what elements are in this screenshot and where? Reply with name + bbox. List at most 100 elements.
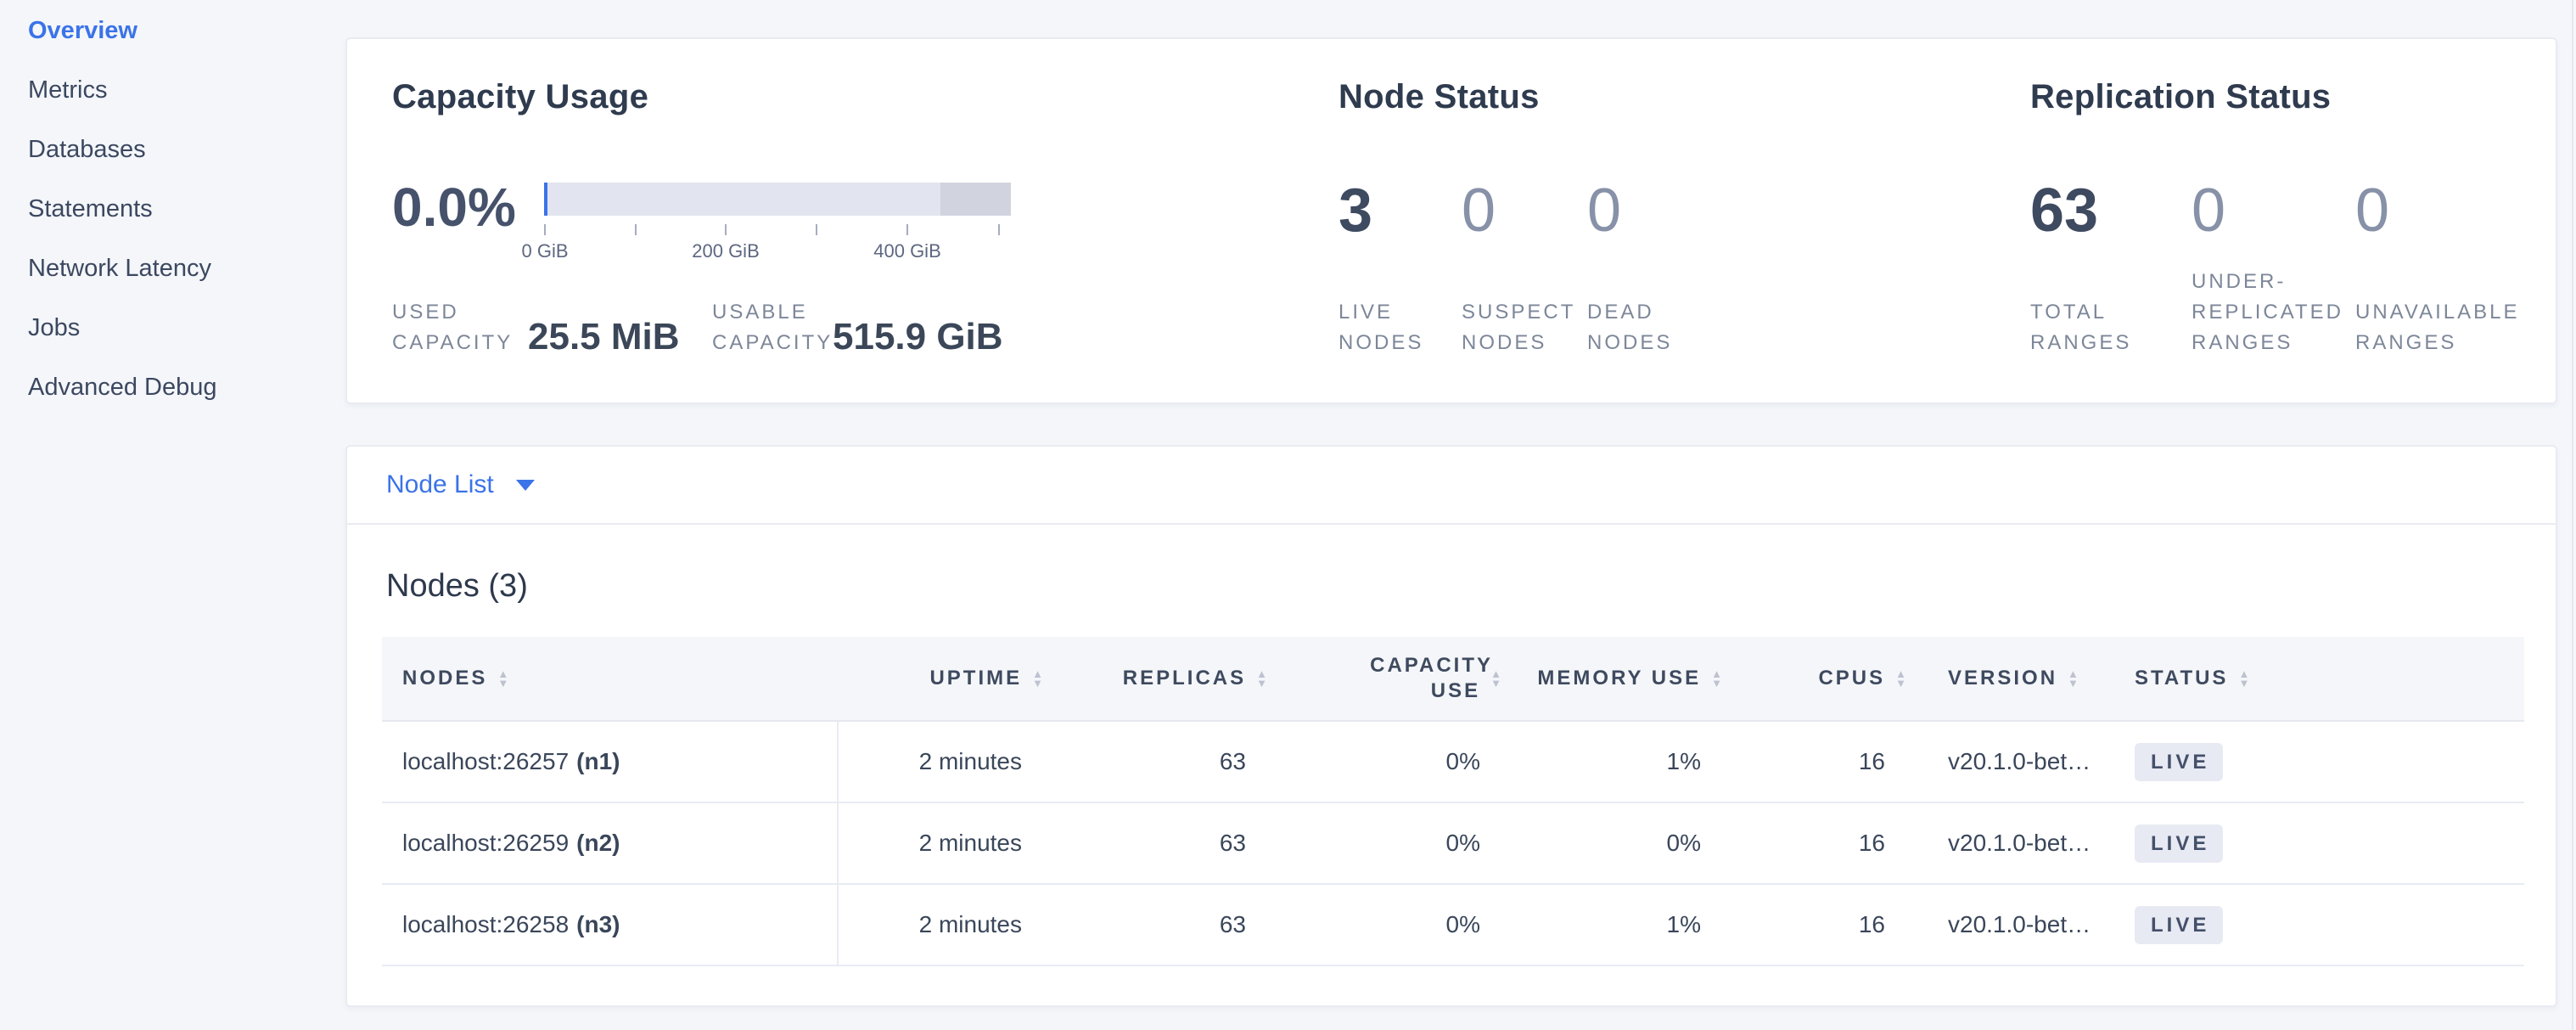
usable-capacity-label: USABLE CAPACITY — [712, 297, 833, 358]
column-header-status[interactable]: STATUS ▲▼ — [2094, 637, 2524, 720]
node-address: localhost:26259 — [402, 830, 569, 857]
column-header-nodes[interactable]: NODES ▲▼ — [382, 637, 839, 720]
sort-icon: ▲▼ — [1490, 669, 1504, 688]
node-address-cell[interactable]: localhost:26258 (n3) — [382, 885, 839, 965]
live-status-badge: LIVE — [2135, 906, 2223, 944]
suspect-nodes-count: 0 — [1462, 180, 1587, 241]
nodes-count-title: Nodes (3) — [386, 568, 528, 605]
status-cell: LIVE — [2094, 885, 2524, 965]
axis-tick — [906, 224, 908, 235]
column-header-label: NODES — [402, 667, 487, 690]
axis-tick-label: 400 GiB — [848, 240, 967, 262]
memory-use-cell: 0% — [1509, 803, 1730, 883]
capacity-bar-used-segment — [544, 183, 547, 216]
used-capacity-stat: USED CAPACITY 25.5 MiB — [392, 295, 680, 358]
sidebar-item-advanced-debug[interactable]: Advanced Debug — [0, 357, 345, 417]
dead-nodes-count: 0 — [1587, 180, 1757, 241]
sidebar: Overview Metrics Databases Statements Ne… — [0, 0, 345, 417]
table-row-node-3[interactable]: localhost:26258 (n3) 2 minutes 63 0% 1% … — [382, 885, 2524, 966]
sidebar-item-network-latency[interactable]: Network Latency — [0, 239, 345, 298]
column-header-capacity-use[interactable]: CAPACITY USE ▲▼ — [1275, 637, 1509, 720]
node-list-view-bar: Node List — [347, 447, 2556, 525]
node-address: localhost:26257 — [402, 748, 569, 775]
cpus-cell: 16 — [1730, 885, 1914, 965]
live-status-badge: LIVE — [2135, 743, 2223, 781]
under-replicated-ranges-label: UNDER-REPLICATED RANGES — [2192, 267, 2349, 358]
replicas-cell: 63 — [1051, 803, 1275, 883]
capacity-usage-bar-chart: 0 GiB 200 GiB 400 GiB — [544, 183, 1011, 216]
sidebar-item-statements[interactable]: Statements — [0, 179, 345, 239]
uptime-cell: 2 minutes — [839, 722, 1051, 802]
sort-icon: ▲▼ — [497, 669, 511, 688]
cpus-cell: 16 — [1730, 803, 1914, 883]
used-capacity-value: 25.5 MiB — [528, 318, 680, 358]
usable-capacity-value: 515.9 GiB — [833, 318, 1003, 358]
status-cell: LIVE — [2094, 722, 2524, 802]
column-header-label: REPLICAS — [1123, 667, 1246, 690]
table-row-node-1[interactable]: localhost:26257 (n1) 2 minutes 63 0% 1% … — [382, 722, 2524, 803]
column-header-cpus[interactable]: CPUS ▲▼ — [1730, 637, 1914, 720]
replicas-cell: 63 — [1051, 722, 1275, 802]
sort-icon: ▲▼ — [2068, 669, 2081, 688]
table-row-node-2[interactable]: localhost:26259 (n2) 2 minutes 63 0% 0% … — [382, 803, 2524, 885]
node-list-view-dropdown[interactable]: Node List — [386, 470, 535, 499]
node-address: localhost:26258 — [402, 911, 569, 938]
sort-icon: ▲▼ — [1895, 669, 1909, 688]
version-cell: v20.1.0-bet… — [1914, 803, 2094, 883]
chevron-down-icon — [516, 480, 535, 491]
column-header-uptime[interactable]: UPTIME ▲▼ — [839, 637, 1051, 720]
node-id: (n1) — [576, 748, 620, 775]
uptime-cell: 2 minutes — [839, 803, 1051, 883]
sort-icon: ▲▼ — [1256, 669, 1270, 688]
memory-use-cell: 1% — [1509, 885, 1730, 965]
sidebar-item-databases[interactable]: Databases — [0, 120, 345, 179]
capacity-use-cell: 0% — [1275, 722, 1509, 802]
cluster-summary-card: Capacity Usage 0.0% 0 GiB 200 GiB 400 Gi… — [345, 37, 2557, 404]
capacity-bar-track — [544, 183, 1011, 216]
node-list-card: Node List Nodes (3) NODES ▲▼ UPTIME ▲▼ R… — [345, 445, 2557, 1007]
column-header-label: CAPACITY USE — [1370, 653, 1480, 704]
capacity-used-percent: 0.0% — [392, 180, 516, 234]
dead-nodes-label: DEAD NODES — [1587, 297, 1685, 358]
sidebar-item-jobs[interactable]: Jobs — [0, 298, 345, 357]
node-status-labels: LIVE NODES SUSPECT NODES DEAD NODES — [1339, 263, 1757, 358]
replication-status-values: 63 0 0 — [2030, 180, 2542, 241]
capacity-use-cell: 0% — [1275, 803, 1509, 883]
capacity-use-cell: 0% — [1275, 885, 1509, 965]
node-status-title: Node Status — [1339, 78, 1540, 116]
node-list-view-label: Node List — [386, 470, 494, 499]
unavailable-ranges-count: 0 — [2355, 180, 2542, 241]
sort-icon: ▲▼ — [1032, 669, 1046, 688]
live-status-badge: LIVE — [2135, 825, 2223, 863]
sidebar-item-metrics[interactable]: Metrics — [0, 60, 345, 120]
suspect-nodes-label: SUSPECT NODES — [1462, 297, 1576, 358]
nodes-table-header: NODES ▲▼ UPTIME ▲▼ REPLICAS ▲▼ CAPACITY … — [382, 637, 2524, 722]
total-ranges-label: TOTAL RANGES — [2030, 297, 2128, 358]
unavailable-ranges-label: UNAVAILABLE RANGES — [2355, 297, 2538, 358]
uptime-cell: 2 minutes — [839, 885, 1051, 965]
sidebar-item-overview[interactable]: Overview — [0, 1, 345, 60]
cpus-cell: 16 — [1730, 722, 1914, 802]
sort-icon: ▲▼ — [2238, 669, 2252, 688]
page-edge-divider — [2572, 0, 2573, 1030]
live-nodes-label: LIVE NODES — [1339, 297, 1423, 358]
column-header-replicas[interactable]: REPLICAS ▲▼ — [1051, 637, 1275, 720]
version-cell: v20.1.0-bet… — [1914, 722, 2094, 802]
under-replicated-ranges-count: 0 — [2192, 180, 2355, 241]
status-cell: LIVE — [2094, 803, 2524, 883]
replication-status-title: Replication Status — [2030, 78, 2331, 116]
column-header-version[interactable]: VERSION ▲▼ — [1914, 637, 2094, 720]
usable-capacity-stat: USABLE CAPACITY 515.9 GiB — [712, 295, 1003, 358]
column-header-label: VERSION — [1948, 667, 2057, 690]
node-address-cell[interactable]: localhost:26257 (n1) — [382, 722, 839, 802]
column-header-memory-use[interactable]: MEMORY USE ▲▼ — [1509, 637, 1730, 720]
total-ranges-count: 63 — [2030, 180, 2192, 241]
live-nodes-count: 3 — [1339, 180, 1462, 241]
axis-tick — [998, 224, 1000, 235]
column-header-label: UPTIME — [929, 667, 1022, 690]
capacity-bar-reserved-segment — [940, 183, 1011, 216]
node-address-cell[interactable]: localhost:26259 (n2) — [382, 803, 839, 883]
used-capacity-label: USED CAPACITY — [392, 297, 528, 358]
capacity-usage-title: Capacity Usage — [392, 78, 648, 116]
version-cell: v20.1.0-bet… — [1914, 885, 2094, 965]
